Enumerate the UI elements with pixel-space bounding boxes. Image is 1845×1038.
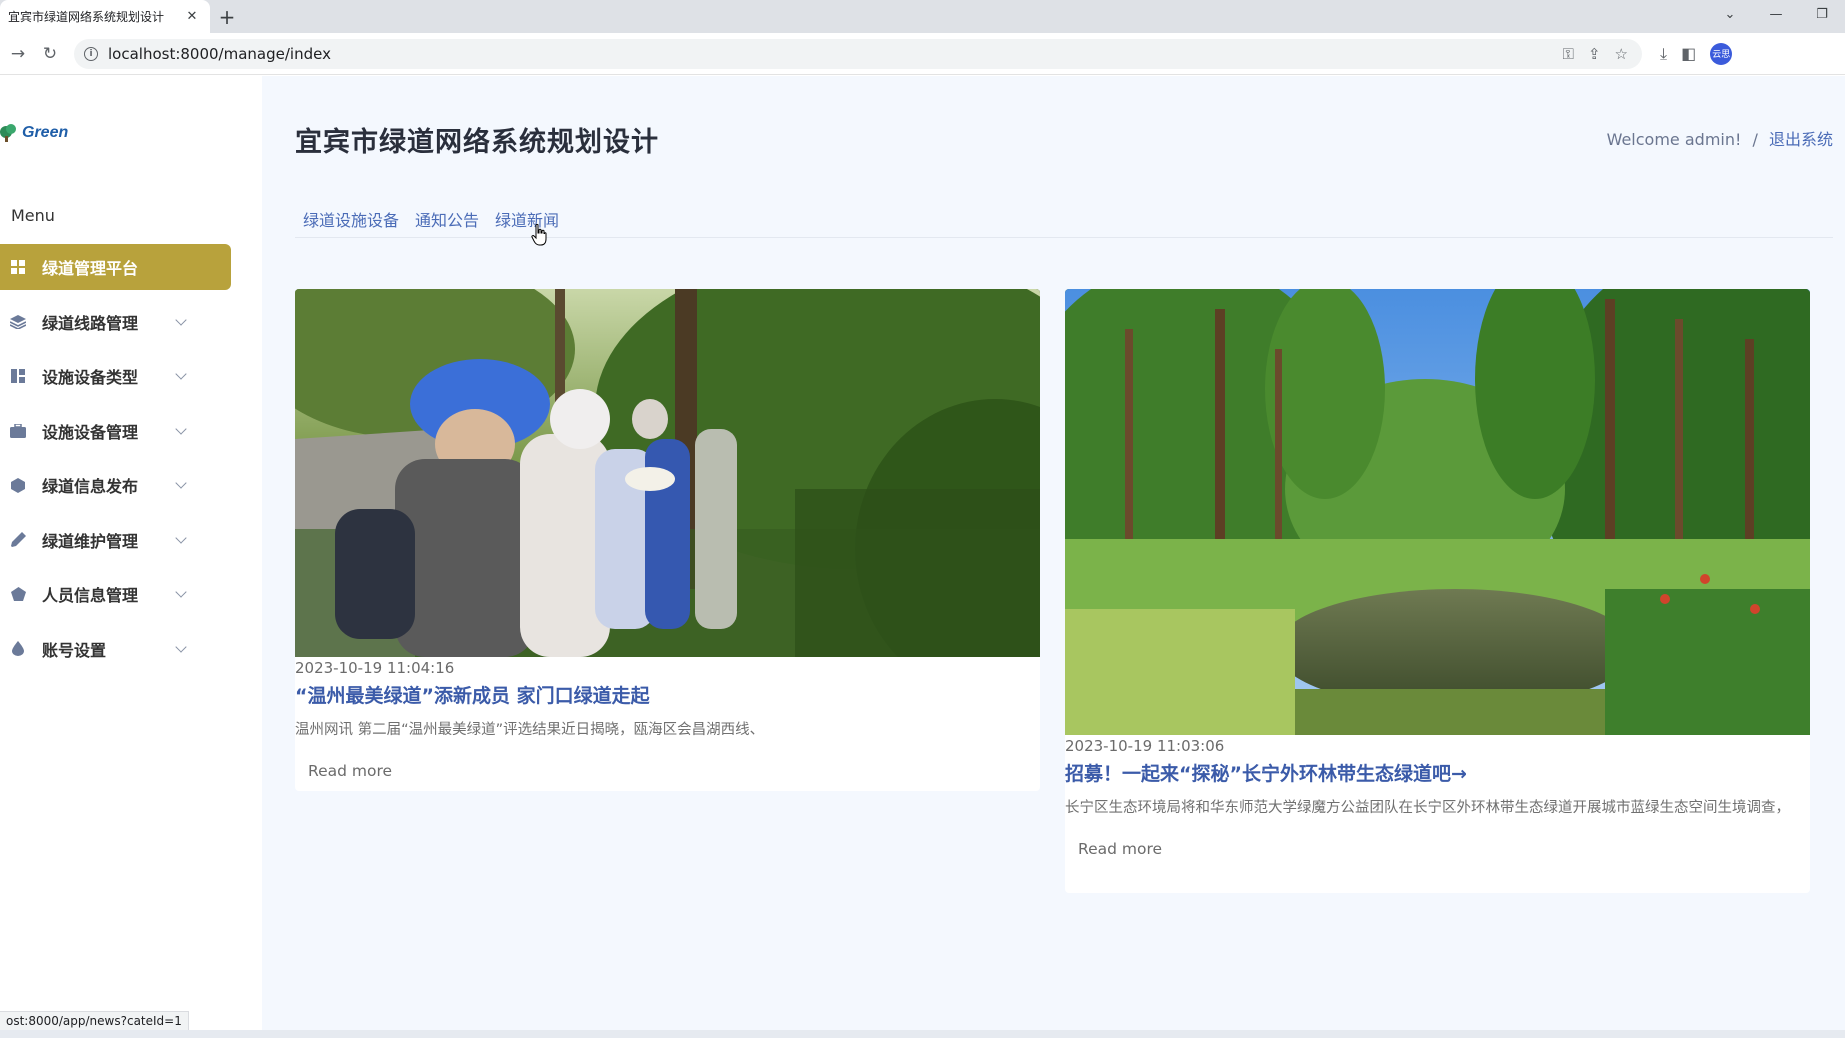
news-date: 2023-10-19 11:04:16	[295, 659, 455, 677]
news-card[interactable]: 2023-10-19 11:03:06 招募！一起来“探秘”长宁外环林带生态绿道…	[1065, 289, 1810, 893]
main-content: 宜宾市绿道网络系统规划设计 Welcome admin! / 退出系统 绿道设施…	[295, 76, 1845, 1030]
logo-text: Green	[22, 124, 69, 141]
news-title-link[interactable]: 招募！一起来“探秘”长宁外环林带生态绿道吧→	[1065, 759, 1810, 786]
sidebar-item-label: 设施设备类型	[42, 368, 139, 387]
pen-icon	[10, 532, 26, 548]
tab-facility-equipment[interactable]: 绿道设施设备	[303, 207, 399, 231]
chevron-down-icon	[175, 640, 187, 653]
hand-cursor-icon	[531, 224, 547, 246]
drop-icon	[10, 641, 26, 657]
reload-icon[interactable]: ↻	[36, 40, 64, 68]
tab-search-icon[interactable]: ⌄	[1707, 0, 1753, 28]
news-photo-hikers[interactable]	[295, 289, 1040, 657]
chevron-down-icon	[175, 313, 187, 326]
sidebar-item-info-publishing[interactable]: 绿道信息发布	[0, 462, 231, 508]
sidebar-item-facility-types[interactable]: 设施设备类型	[0, 353, 231, 399]
sidebar-menu: 绿道管理平台 绿道线路管理 设施设备类型 设施设备管理 绿道信息发布 绿道维护管…	[0, 244, 262, 680]
sidebar-item-label: 账号设置	[42, 640, 107, 660]
category-tabs: 绿道设施设备 通知公告 绿道新闻	[303, 207, 559, 231]
logo[interactable]: Green	[0, 124, 68, 142]
sidebar-item-label: 绿道信息发布	[42, 477, 139, 496]
profile-avatar[interactable]: 云思	[1710, 42, 1733, 65]
tree-logo-icon	[0, 124, 18, 142]
sidebar-item-label: 人员信息管理	[42, 586, 139, 605]
restore-icon[interactable]: ❐	[1799, 0, 1845, 28]
sidebar-item-label: 绿道管理平台	[42, 259, 139, 278]
page-title: 宜宾市绿道网络系统规划设计	[295, 127, 659, 158]
sidebar-item-route-management[interactable]: 绿道线路管理	[0, 299, 231, 345]
bookmark-star-icon[interactable]: ☆	[1615, 45, 1628, 63]
url-text: localhost:8000/manage/index	[108, 44, 331, 63]
new-tab-button[interactable]: +	[210, 0, 244, 33]
chevron-down-icon	[175, 586, 187, 598]
sidebar-item-label: 设施设备管理	[42, 422, 139, 442]
side-panel-icon[interactable]: ◧	[1681, 44, 1696, 63]
read-more-link[interactable]: Read more	[1078, 840, 1162, 858]
sidebar: Green Menu 绿道管理平台 绿道线路管理 设施设备类型 设施设备管理 绿…	[0, 76, 262, 1030]
bottom-strip	[0, 1030, 1845, 1038]
grid-icon	[10, 259, 26, 275]
forward-icon[interactable]: →	[4, 40, 32, 68]
layers-icon	[10, 314, 26, 330]
separator: /	[1752, 130, 1758, 149]
read-more-link[interactable]: Read more	[308, 762, 392, 780]
sidebar-item-label: 绿道维护管理	[42, 531, 139, 551]
share-icon[interactable]: ⇪	[1588, 45, 1601, 63]
dashboard-icon	[10, 368, 26, 384]
news-excerpt: 温州网讯 第二届“温州最美绿道”评选结果近日揭晓，瓯海区会昌湖西线、	[295, 722, 765, 738]
news-title-link[interactable]: “温州最美绿道”添新成员 家门口绿道走起	[295, 681, 1040, 708]
briefcase-icon	[10, 423, 26, 439]
news-photo-forest-pond[interactable]	[1065, 289, 1810, 735]
logout-link[interactable]: 退出系统	[1769, 130, 1833, 149]
hexagon-icon	[10, 477, 26, 493]
page: Green Menu 绿道管理平台 绿道线路管理 设施设备类型 设施设备管理 绿…	[0, 76, 1845, 1030]
sidebar-item-label: 绿道线路管理	[42, 313, 139, 333]
sidebar-item-account-settings[interactable]: 账号设置	[0, 626, 231, 672]
browser-tab[interactable]: 宜宾市绿道网络系统规划设计 ✕	[0, 0, 210, 33]
news-card[interactable]: 2023-10-19 11:04:16 “温州最美绿道”添新成员 家门口绿道走起…	[295, 289, 1040, 791]
key-icon[interactable]: ⚿	[1563, 45, 1574, 63]
chevron-down-icon	[175, 422, 187, 435]
site-info-icon[interactable]: i	[84, 46, 98, 61]
sidebar-item-personnel[interactable]: 人员信息管理	[0, 571, 231, 617]
chevron-down-icon	[175, 477, 187, 489]
welcome-text: Welcome admin!	[1606, 130, 1742, 149]
chevron-down-icon	[175, 368, 187, 380]
sidebar-item-greenway-platform[interactable]: 绿道管理平台	[0, 244, 231, 290]
tab-greenway-news[interactable]: 绿道新闻	[495, 207, 559, 231]
tab-close-icon[interactable]: ✕	[184, 9, 200, 24]
divider	[295, 237, 1833, 238]
tab-title: 宜宾市绿道网络系统规划设计	[8, 10, 165, 24]
sidebar-item-facility-management[interactable]: 设施设备管理	[0, 408, 231, 454]
status-bar-link-preview: ost:8000/app/news?cateId=1	[0, 1011, 189, 1031]
browser-tab-strip: 宜宾市绿道网络系统规划设计 ✕ + ⌄ — ❐	[0, 0, 1845, 33]
tab-notices[interactable]: 通知公告	[415, 207, 479, 231]
download-icon[interactable]: ⤓	[1660, 44, 1667, 64]
chevron-down-icon	[175, 531, 187, 544]
menu-heading: Menu	[11, 206, 55, 225]
news-date: 2023-10-19 11:03:06	[1065, 737, 1225, 755]
window-controls: ⌄ — ❐	[1707, 0, 1845, 28]
user-area: Welcome admin! / 退出系统	[1607, 126, 1833, 150]
address-bar[interactable]: i localhost:8000/manage/index ⚿ ⇪ ☆	[74, 38, 1642, 69]
news-excerpt: 长宁区生态环境局将和华东师范大学绿魔方公益团队在长宁区外环林带生态绿道开展城市蓝…	[1065, 800, 1790, 816]
minimize-icon[interactable]: —	[1753, 0, 1799, 28]
browser-toolbar: → ↻ i localhost:8000/manage/index ⚿ ⇪ ☆ …	[0, 33, 1845, 75]
pentagon-icon	[10, 586, 26, 602]
sidebar-item-maintenance[interactable]: 绿道维护管理	[0, 517, 231, 563]
